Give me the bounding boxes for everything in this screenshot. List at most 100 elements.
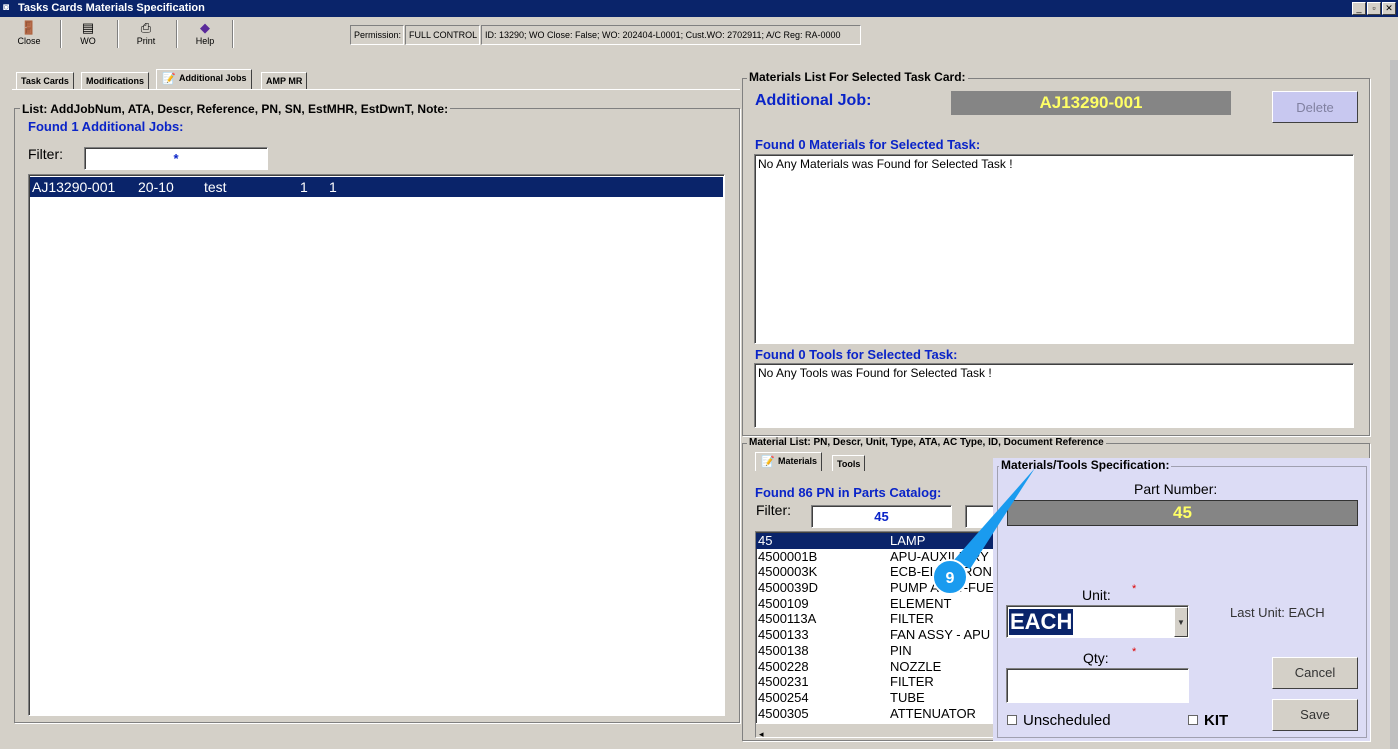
list-item[interactable]: 4500231 FILTER [756, 674, 1004, 690]
door-icon: 🚪 [20, 20, 38, 35]
divider [176, 20, 178, 48]
found-jobs-count: Found 1 Additional Jobs: [28, 119, 184, 134]
delete-button[interactable]: Delete [1272, 91, 1358, 123]
help-book-icon: ◆ [200, 20, 210, 35]
unit-label: Unit: [1082, 587, 1111, 603]
required-marker: * [1132, 583, 1137, 595]
job-descr: test [204, 179, 227, 195]
tab-additional-jobs[interactable]: 📝 Additional Jobs [156, 69, 252, 89]
part-description: TUBE [890, 689, 925, 705]
part-description: PIN [890, 642, 912, 658]
list-item[interactable]: 4500109 ELEMENT [756, 596, 1004, 612]
document-icon: ▤ [81, 20, 95, 35]
part-description: ELEMENT [890, 595, 952, 611]
part-number: 4500001B [758, 548, 818, 564]
help-label: Help [195, 36, 215, 46]
part-description: NOZZLE [890, 658, 942, 674]
kit-checkbox[interactable]: KIT [1188, 712, 1228, 729]
list-item[interactable]: 4500133 FAN ASSY - APU [756, 627, 1004, 643]
qty-label: Qty: [1083, 650, 1109, 666]
window-edge [1390, 60, 1398, 749]
job-est-dwnt: 1 [329, 179, 337, 195]
found-parts-count: Found 86 PN in Parts Catalog: [755, 485, 942, 500]
tab-modifications[interactable]: Modifications [81, 72, 149, 89]
tab-materials[interactable]: 📝 Materials [755, 452, 823, 471]
part-description: FILTER [890, 674, 934, 690]
close-button[interactable]: 🚪 Close [6, 20, 52, 50]
callout-step-number: 9 [946, 570, 955, 587]
tab-label: Additional Jobs [179, 73, 247, 83]
checkbox-icon [1188, 715, 1198, 725]
job-est-mhr: 1 [300, 179, 308, 195]
list-item[interactable]: AJ13290-001 20-10 test 1 1 [30, 177, 723, 197]
list-columns-label: List: AddJobNum, ATA, Descr, Reference, … [20, 102, 451, 116]
part-number: 4500039D [758, 580, 818, 596]
catalog-filter-label: Filter: [756, 502, 791, 518]
list-item[interactable]: 4500113A FILTER [756, 611, 1004, 627]
print-button[interactable]: ⎙ Print [123, 20, 169, 50]
jobs-list[interactable]: AJ13290-001 20-10 test 1 1 [28, 174, 725, 716]
tools-list[interactable]: No Any Tools was Found for Selected Task… [754, 363, 1354, 428]
list-item[interactable]: 4500138 PIN [756, 643, 1004, 659]
close-window-button[interactable]: ✕ [1382, 2, 1396, 15]
part-number: 45 [758, 533, 773, 548]
additional-job-value: AJ13290-001 [951, 91, 1231, 115]
materials-list[interactable]: No Any Materials was Found for Selected … [754, 154, 1354, 344]
unscheduled-checkbox[interactable]: Unscheduled [1007, 712, 1111, 729]
close-label: Close [17, 36, 41, 46]
part-number: 4500254 [758, 689, 809, 705]
part-number: 4500231 [758, 674, 809, 690]
checkbox-icon [1007, 715, 1017, 725]
filter-label: Filter: [28, 146, 63, 162]
horizontal-scrollbar[interactable]: ◂ [756, 723, 1004, 737]
part-number: 4500003K [758, 564, 818, 580]
tab-task-cards[interactable]: Task Cards [16, 72, 74, 89]
list-item[interactable]: 4500228 NOZZLE [756, 659, 1004, 675]
part-description: FAN ASSY - APU [890, 627, 991, 643]
list-item[interactable]: 4500305 ATTENUATOR [756, 706, 1004, 722]
part-number: 4500305 [758, 705, 809, 721]
materials-group-label: Materials List For Selected Task Card: [747, 70, 968, 84]
found-tools-count: Found 0 Tools for Selected Task: [755, 347, 958, 362]
print-label: Print [136, 36, 156, 46]
wo-button[interactable]: ▤ WO [65, 20, 111, 50]
wo-label: WO [80, 36, 96, 46]
job-number: AJ13290-001 [32, 179, 116, 195]
divider [117, 20, 119, 48]
save-button[interactable]: Save [1272, 699, 1358, 731]
tab-amp-mr[interactable]: AMP MR [261, 72, 308, 89]
job-ata: 20-10 [138, 179, 174, 195]
minimize-button[interactable]: _ [1352, 2, 1366, 15]
divider [60, 20, 62, 48]
tab-tools[interactable]: Tools [832, 455, 866, 471]
chevron-down-icon[interactable]: ▼ [1174, 607, 1188, 637]
cancel-button[interactable]: Cancel [1272, 657, 1358, 689]
tab-line [12, 89, 740, 90]
work-order-info: ID: 13290; WO Close: False; WO: 202404-L… [481, 25, 861, 45]
restore-button[interactable]: ▫ [1367, 2, 1381, 15]
part-number-label: Part Number: [1134, 481, 1218, 497]
part-number: 4500228 [758, 658, 809, 674]
part-description: FILTER [890, 611, 934, 627]
part-number: 4500113A [758, 611, 817, 627]
callout-pointer: 9 [932, 468, 1035, 595]
part-number-value: 45 [1007, 500, 1358, 526]
catalog-columns-label: Material List: PN, Descr, Unit, Type, AT… [747, 437, 1106, 448]
permission-label: Permission: [350, 25, 404, 45]
notepad-icon: 📝 [761, 456, 775, 468]
part-number: 4500133 [758, 627, 809, 643]
list-item[interactable]: 4500254 TUBE [756, 690, 1004, 706]
part-number: 4500109 [758, 595, 809, 611]
job-filter-input[interactable]: * [84, 147, 268, 170]
qty-input[interactable] [1006, 668, 1189, 703]
last-unit-text: Last Unit: EACH [1230, 605, 1325, 620]
notepad-icon: 📝 [162, 73, 176, 85]
printer-icon: ⎙ [140, 20, 152, 35]
kit-label: KIT [1204, 712, 1229, 729]
divider [232, 20, 234, 48]
help-button[interactable]: ◆ Help [182, 20, 228, 50]
callout-tail [954, 468, 1035, 569]
app-icon: ◙ [3, 2, 10, 13]
unit-select[interactable]: EACH ▼ [1006, 605, 1189, 638]
unscheduled-label: Unscheduled [1023, 712, 1111, 729]
